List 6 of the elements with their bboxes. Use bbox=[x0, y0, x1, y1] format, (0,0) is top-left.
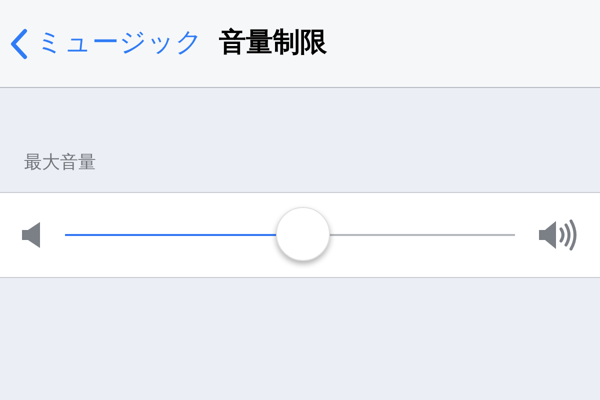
slider-thumb[interactable] bbox=[276, 207, 330, 261]
chevron-left-icon bbox=[10, 28, 28, 60]
back-button[interactable]: ミュージック bbox=[10, 23, 203, 64]
speaker-low-icon bbox=[20, 221, 42, 249]
page-title: 音量制限 bbox=[219, 26, 327, 60]
section-header: 最大音量 bbox=[24, 151, 96, 175]
